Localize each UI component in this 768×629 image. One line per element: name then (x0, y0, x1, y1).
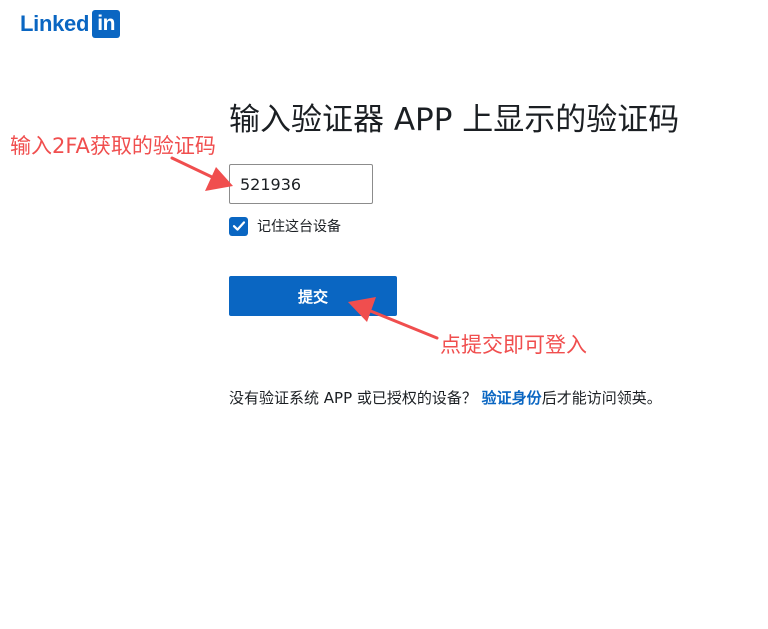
verify-identity-link[interactable]: 验证身份 (482, 389, 542, 407)
footer-help-text: 没有验证系统 APP 或已授权的设备？ 验证身份后才能访问领英。 (229, 387, 662, 408)
annotation-input-hint: 输入2FA获取的验证码 (10, 134, 216, 158)
remember-device-row[interactable]: 记住这台设备 (229, 216, 341, 236)
logo-wordmark: Linked (20, 11, 90, 36)
remember-device-label: 记住这台设备 (257, 219, 341, 235)
checkmark-icon (232, 221, 245, 231)
two-factor-page: Linked in 输入验证器 APP 上显示的验证码 记住这台设备 提交 没有… (0, 0, 768, 629)
footer-text-after: 后才能访问领英。 (541, 389, 662, 407)
page-title: 输入验证器 APP 上显示的验证码 (229, 102, 680, 138)
submit-button[interactable]: 提交 (229, 276, 397, 316)
remember-device-checkbox[interactable] (229, 216, 248, 236)
verification-code-input[interactable] (229, 164, 373, 204)
logo-in-box: in (92, 10, 121, 38)
footer-text-before: 没有验证系统 APP 或已授权的设备？ (229, 389, 482, 407)
arrow-to-input (170, 156, 233, 191)
annotation-submit-hint: 点提交即可登入 (440, 333, 587, 357)
linkedin-logo[interactable]: Linked in (20, 8, 121, 40)
